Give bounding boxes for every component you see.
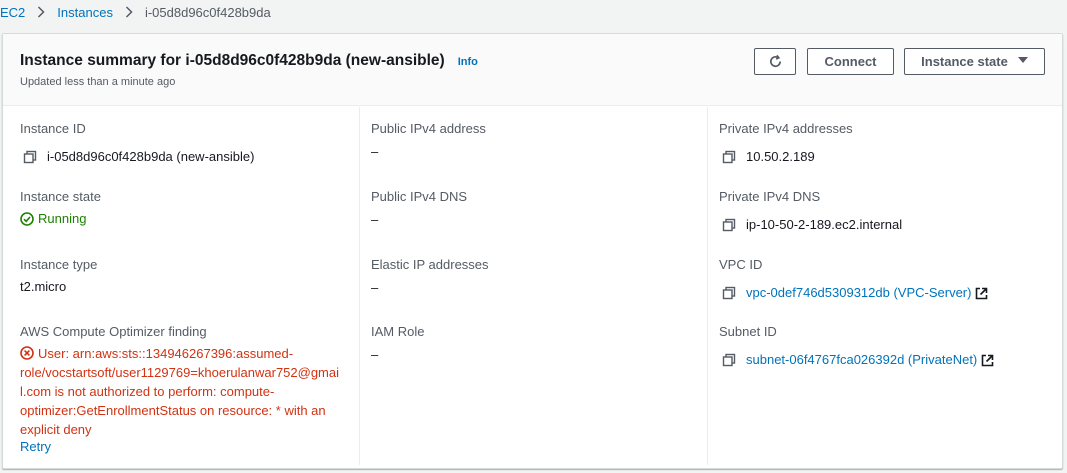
refresh-icon (768, 54, 783, 69)
private-ipv4-field: Private IPv4 addresses 10.50.2.189 (719, 121, 1052, 165)
iam-role-label: IAM Role (371, 324, 425, 339)
copy-icon[interactable] (23, 150, 37, 164)
public-ipv4-value: – (371, 144, 379, 159)
instance-state-row: Running (20, 211, 349, 227)
iam-role-field: IAM Role – (371, 324, 697, 363)
private-ipv4-label: Private IPv4 addresses (719, 121, 853, 136)
breadcrumb-current: i-05d8d96c0f428b9da (144, 4, 271, 20)
page-title: Instance summary for i-05d8d96c0f428b9da… (20, 52, 445, 69)
copy-icon[interactable] (722, 286, 736, 300)
vpc-id-label: VPC ID (719, 257, 763, 272)
public-dns-field: Public IPv4 DNS – (371, 189, 697, 228)
caret-down-icon (1017, 56, 1028, 67)
instance-summary-panel: Instance summary for i-05d8d96c0f428b9da… (2, 33, 1063, 469)
subnet-id-field: Subnet ID subnet-06f4767fca026392d (Priv… (719, 324, 1052, 368)
external-link-icon[interactable] (975, 287, 988, 300)
instance-type-field: Instance type t2.micro (20, 257, 349, 295)
refresh-button[interactable] (754, 48, 796, 75)
instance-id-field: Instance ID i-05d8d96c0f428b9da (new-ans… (20, 121, 349, 165)
chevron-right-icon (125, 6, 133, 18)
breadcrumb: EC2 Instances i-05d8d96c0f428b9da (0, 0, 271, 24)
subnet-id-label: Subnet ID (719, 324, 777, 339)
chevron-right-icon (37, 6, 45, 18)
panel-header: Instance summary for i-05d8d96c0f428b9da… (3, 34, 1062, 106)
elastic-ip-field: Elastic IP addresses – (371, 257, 697, 296)
optimizer-field: AWS Compute Optimizer finding User: arn:… (20, 324, 349, 455)
vpc-id-field: VPC ID vpc-0def746d5309312db (VPC-Server… (719, 257, 1052, 301)
details-grid: Instance ID i-05d8d96c0f428b9da (new-ans… (3, 107, 1062, 468)
public-ipv4-label: Public IPv4 address (371, 121, 486, 136)
error-line-1: User: arn:aws:sts::134946267396:assumed- (38, 346, 294, 361)
private-dns-label: Private IPv4 DNS (719, 189, 821, 204)
instance-state-field-label: Instance state (20, 189, 101, 204)
instance-state-value: Running (38, 211, 87, 226)
public-dns-value: – (371, 212, 379, 227)
updated-timestamp: Updated less than a minute ago (20, 76, 176, 88)
details-column-1: Instance ID i-05d8d96c0f428b9da (new-ans… (3, 107, 359, 465)
elastic-ip-value: – (371, 280, 379, 295)
public-dns-label: Public IPv4 DNS (371, 189, 468, 204)
vpc-id-link[interactable]: vpc-0def746d5309312db (VPC-Server) (746, 285, 971, 301)
public-ipv4-field: Public IPv4 address – (371, 121, 697, 160)
instance-state-dropdown[interactable]: Instance state (904, 48, 1045, 75)
iam-role-value: – (371, 347, 379, 362)
status-error-icon (20, 346, 34, 360)
optimizer-label: AWS Compute Optimizer finding (20, 324, 207, 339)
subnet-id-link[interactable]: subnet-06f4767fca026392d (PrivateNet) (746, 352, 977, 368)
private-dns-field: Private IPv4 DNS ip-10-50-2-189.ec2.inte… (719, 189, 1052, 233)
details-column-2: Public IPv4 address – Public IPv4 DNS – … (359, 107, 707, 465)
instance-id-label: Instance ID (20, 121, 86, 136)
instance-type-value: t2.micro (20, 279, 67, 294)
details-column-3: Private IPv4 addresses 10.50.2.189 Priva… (707, 107, 1062, 465)
private-dns-row: ip-10-50-2-189.ec2.internal (719, 217, 1052, 233)
error-line-5: explicit deny (20, 422, 92, 437)
connect-button[interactable]: Connect (807, 48, 894, 75)
instance-id-value: i-05d8d96c0f428b9da (new-ansible) (47, 149, 255, 164)
instance-state-label: Instance state (921, 54, 1008, 69)
instance-state-field: Instance state Running (20, 189, 349, 227)
info-link[interactable]: Info (458, 56, 478, 68)
elastic-ip-label: Elastic IP addresses (371, 257, 489, 272)
retry-link[interactable]: Retry (20, 439, 349, 455)
vpc-id-row: vpc-0def746d5309312db (VPC-Server) (719, 285, 1052, 301)
copy-icon[interactable] (722, 150, 736, 164)
title-row: Instance summary for i-05d8d96c0f428b9da… (20, 52, 478, 70)
private-ipv4-row: 10.50.2.189 (719, 149, 1052, 165)
instance-type-label: Instance type (20, 257, 98, 272)
copy-icon[interactable] (722, 218, 736, 232)
error-line-3: l.com is not authorized to perform: comp… (20, 384, 275, 399)
error-line-4: optimizer:GetEnrollmentStatus on resourc… (20, 403, 326, 418)
error-line-2: role/vocstartsoft/user1129769=khoerulanw… (20, 365, 340, 380)
external-link-icon[interactable] (981, 354, 994, 367)
private-ipv4-value: 10.50.2.189 (746, 149, 815, 164)
optimizer-error: User: arn:aws:sts::134946267396:assumed-… (20, 344, 340, 439)
private-dns-value: ip-10-50-2-189.ec2.internal (746, 217, 903, 232)
copy-icon[interactable] (722, 353, 736, 367)
status-success-icon (20, 212, 34, 226)
instance-id-row: i-05d8d96c0f428b9da (new-ansible) (20, 149, 349, 165)
breadcrumb-ec2[interactable]: EC2 (0, 5, 25, 20)
subnet-id-row: subnet-06f4767fca026392d (PrivateNet) (719, 352, 1052, 368)
breadcrumb-instances[interactable]: Instances (57, 5, 113, 20)
